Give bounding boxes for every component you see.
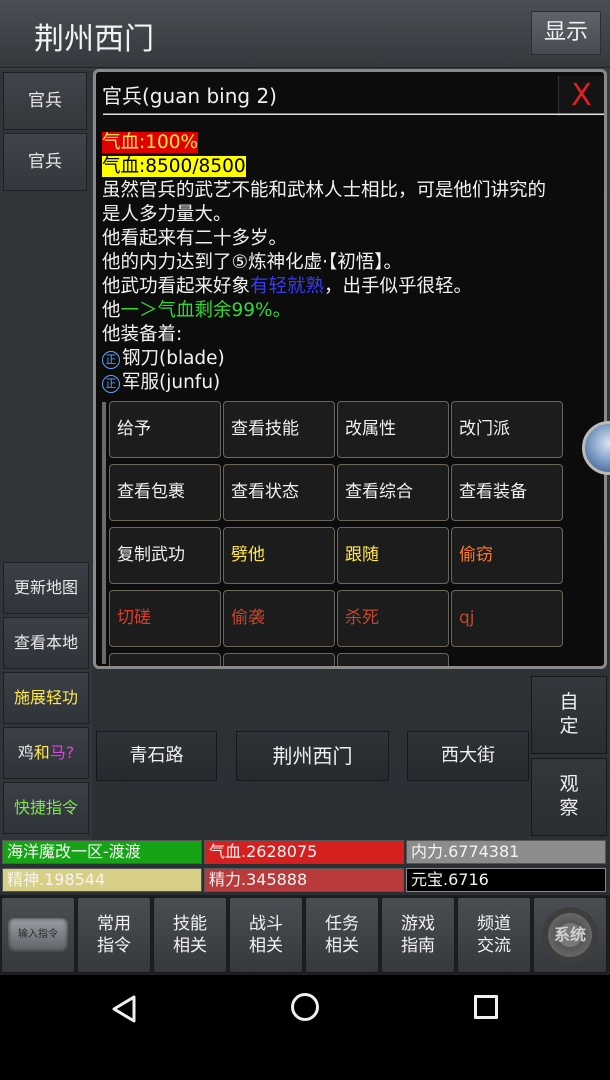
custom-button[interactable]: 自 定 (531, 676, 607, 754)
wugong-level: 有轻就熟 (250, 276, 325, 297)
neili-line: 他的内力达到了⑤炼神化虚·【初悟】。 (102, 252, 402, 273)
quick-command-button[interactable]: 快捷指令 (3, 782, 89, 834)
action-spar-button[interactable]: 切磋 (109, 590, 221, 647)
battle-button[interactable]: 战斗 相关 (229, 897, 303, 973)
divider-line: —————————————————————————————— (102, 101, 607, 125)
action-view-inventory-button[interactable]: 查看包裹 (109, 464, 221, 521)
action-change-sect-button[interactable]: 改门派 (451, 401, 563, 458)
tasks-button[interactable]: 任务 相关 (305, 897, 379, 973)
action-change-attr-button[interactable]: 改属性 (337, 401, 449, 458)
exit-west-button[interactable]: 青石路 (96, 731, 217, 781)
qinggong-button[interactable]: 施展轻功 (3, 672, 89, 724)
wugong-line: 他武功看起来好象有轻就熟，出手似乎很轻。 (102, 276, 473, 297)
target-button-1[interactable]: 官兵 (3, 72, 87, 130)
action-give-button[interactable]: 给予 (109, 401, 221, 458)
action-row-more[interactable] (337, 653, 449, 666)
jingshen-stat: 精神.198544 (2, 868, 202, 892)
equip-item[interactable]: 正钢刀(blade) (102, 344, 225, 370)
channel-button[interactable]: 频道 交流 (457, 897, 531, 973)
npc-info-panel: 官兵(guan bing 2) X ——————————————————————… (93, 69, 607, 669)
action-follow-button[interactable]: 跟随 (337, 527, 449, 584)
equipped-badge-icon: 正 (102, 351, 120, 369)
gear-icon: 系统 (542, 907, 598, 963)
skills-button[interactable]: 技能 相关 (153, 897, 227, 973)
game-screen: 荆州西门 显示 官兵 官兵 官兵(guan bing 2) X ————————… (0, 0, 610, 975)
yuanbao-stat: 元宝.6716 (406, 868, 606, 892)
input-command-button[interactable]: 输入指令 (1, 897, 75, 973)
settings-button[interactable]: 系统 (533, 897, 607, 973)
action-view-equipment-button[interactable]: 查看装备 (451, 464, 563, 521)
common-commands-button[interactable]: 常用 指令 (77, 897, 151, 973)
hp-value: 气血:8500/8500 (102, 156, 246, 177)
recent-apps-icon[interactable] (474, 995, 498, 1019)
target-button-2[interactable]: 官兵 (3, 133, 87, 191)
action-steal-button[interactable]: 偷窃 (451, 527, 563, 584)
action-kill-button[interactable]: 杀死 (337, 590, 449, 647)
header: 荆州西门 显示 (0, 0, 610, 68)
update-map-button[interactable]: 更新地图 (3, 562, 89, 614)
server-label: 海洋魔改一区-渡渡 (2, 840, 202, 864)
input-command-icon: 输入指令 (8, 918, 68, 952)
observe-button[interactable]: 观 察 (531, 758, 607, 836)
action-strike-button[interactable]: 劈他 (223, 527, 335, 584)
home-icon[interactable] (291, 993, 319, 1021)
guide-button[interactable]: 游戏 指南 (381, 897, 455, 973)
action-row-more[interactable] (223, 653, 335, 666)
action-ambush-button[interactable]: 偷袭 (223, 590, 335, 647)
action-view-status-button[interactable]: 查看状态 (223, 464, 335, 521)
hp-percent: 气血:100% (102, 132, 199, 153)
neili-stat: 内力.6774381 (406, 840, 606, 864)
location-title: 荆州西门 (34, 22, 154, 57)
age-line: 他看起来有二十多岁。 (102, 228, 288, 249)
action-view-overall-button[interactable]: 查看综合 (337, 464, 449, 521)
chicken-horse-button[interactable]: 鸡和马? (3, 727, 89, 779)
action-grid-frame (102, 402, 106, 664)
equip-heading: 他装备着: (102, 324, 183, 345)
back-icon[interactable] (110, 994, 140, 1024)
show-button[interactable]: 显示 (531, 11, 601, 55)
qixue-stat: 气血.2628075 (204, 840, 404, 864)
exit-east-button[interactable]: 西大街 (407, 731, 529, 781)
action-qj-button[interactable]: qj (451, 590, 563, 647)
android-nav-bar (0, 975, 610, 1080)
remain-line: 他一＞气血剩余99%。 (102, 300, 292, 321)
equip-item[interactable]: 正军服(junfu) (102, 368, 220, 394)
view-local-button[interactable]: 查看本地 (3, 617, 89, 669)
action-view-skills-button[interactable]: 查看技能 (223, 401, 335, 458)
current-room-button[interactable]: 荆州西门 (236, 731, 389, 781)
desc-line-1: 虽然官兵的武艺不能和武林人士相比，可是他们讲究的 (102, 180, 547, 201)
action-row-more[interactable] (109, 653, 221, 666)
equipped-badge-icon: 正 (102, 375, 120, 393)
desc-line-2: 是人多力量大。 (102, 204, 232, 225)
action-copy-skills-button[interactable]: 复制武功 (109, 527, 221, 584)
jingli-stat: 精力.345888 (204, 868, 404, 892)
